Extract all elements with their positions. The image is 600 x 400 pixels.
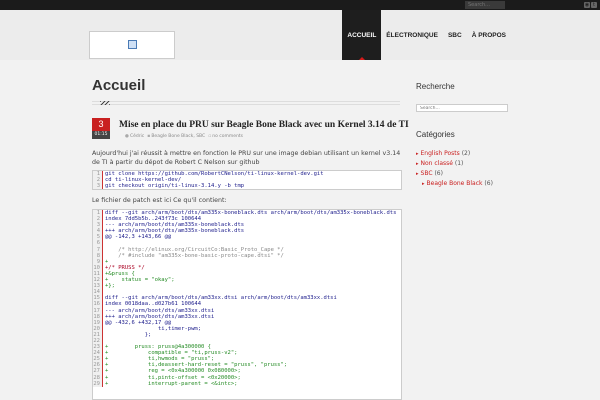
- author-label: Cédric: [129, 134, 145, 139]
- folder-icon: ▪: [147, 134, 151, 139]
- sidebar-categories-heading: Catégories: [416, 130, 455, 139]
- category-count: (6): [432, 170, 443, 177]
- post-date-badge: 3 01:15: [92, 118, 110, 140]
- chevron-right-icon: ▸: [416, 151, 419, 157]
- code-text: /* #include "am335x-bone-basic-proto-cap…: [105, 252, 284, 259]
- sidebar-search-heading: Recherche: [416, 82, 455, 91]
- category-item: ▸ Beagle Bone Black (6): [416, 179, 493, 189]
- broken-image-icon: [128, 40, 137, 49]
- divider-stripes: [100, 101, 110, 105]
- code-line: 3 git checkout origin/ti-linux-3.14.y -b …: [93, 183, 401, 190]
- code-block-patch: 1 diff --git arch/arm/boot/dts/am335x-bon…: [92, 209, 402, 400]
- category-link[interactable]: SBC: [421, 170, 433, 177]
- category-list: ▸ English Posts (2) ▸ Non classé (1) ▸ SBC (6…: [416, 149, 493, 189]
- line-number: 29: [93, 380, 103, 387]
- nav-item-a-propos[interactable]: À PROPOS: [467, 10, 511, 60]
- code-text: git checkout origin/ti-linux-3.14.y -b t…: [105, 183, 245, 190]
- category-count: (2): [459, 150, 471, 157]
- code-text: @@ -142,3 +143,66 @@: [105, 234, 172, 241]
- post-meta: ●Cédric ▪Beagle Bone Black, SBC ▫no comm…: [125, 134, 243, 139]
- category-item: ▸ Non classé (1): [416, 159, 493, 169]
- title-divider: [92, 101, 400, 105]
- chevron-right-icon: ▸: [416, 161, 419, 167]
- category-link[interactable]: English Posts: [421, 150, 460, 157]
- code-line: 29 + interrupt-parent = <&intc>;: [93, 380, 401, 387]
- line-number: 3: [93, 183, 103, 190]
- post-author[interactable]: ●Cédric: [125, 134, 144, 139]
- chevron-right-icon: ▸: [416, 171, 419, 177]
- patch-intro: Le fichier de patch est ici Ce qu'il con…: [92, 197, 227, 204]
- top-search-input[interactable]: [465, 1, 505, 9]
- user-icon: ●: [125, 134, 129, 139]
- nav-item-sbc[interactable]: SBC: [443, 10, 467, 60]
- site-logo[interactable]: [89, 31, 175, 59]
- category-count: (6): [482, 180, 493, 187]
- twitter-icon[interactable]: t: [591, 2, 597, 8]
- comment-icon: ▫: [208, 134, 212, 139]
- post-intro: Aujourd'hui j'ai réussit à mettre en fon…: [92, 150, 401, 166]
- chevron-right-icon: ▸: [422, 181, 425, 187]
- sidebar-search-input[interactable]: [416, 104, 508, 112]
- rss-icon[interactable]: ◉: [584, 2, 590, 8]
- category-item: ▸ English Posts (2): [416, 149, 493, 159]
- top-bar: ◉ t: [0, 0, 600, 10]
- nav-item-electronique[interactable]: ÉLECTRONIQUE: [381, 10, 443, 60]
- category-item: ▸ SBC (6): [416, 169, 493, 179]
- category-link[interactable]: Beagle Bone Black: [427, 180, 483, 187]
- main-nav: ACCUEIL ÉLECTRONIQUE SBC À PROPOS: [342, 10, 511, 60]
- nav-item-accueil[interactable]: ACCUEIL: [342, 10, 382, 60]
- page-title: Accueil: [92, 77, 146, 94]
- post-comments[interactable]: ▫no comments: [208, 134, 243, 139]
- post-day: 3: [92, 118, 110, 131]
- code-text: + interrupt-parent = <&intc>;: [105, 380, 238, 387]
- categories-label: Beagle Bone Black, SBC: [151, 134, 206, 139]
- category-link[interactable]: Non classé: [421, 160, 453, 167]
- code-block-git: 1 git clone https://github.com/RobertCNel…: [92, 170, 402, 191]
- post-time: 01:15: [92, 131, 110, 139]
- comments-label: no comments: [212, 134, 244, 139]
- code-text: };: [105, 331, 152, 338]
- post-categories[interactable]: ▪Beagle Bone Black, SBC: [147, 134, 205, 139]
- category-count: (1): [452, 160, 464, 167]
- post-title-link[interactable]: Mise en place du PRU sur Beagle Bone Bla…: [119, 120, 409, 130]
